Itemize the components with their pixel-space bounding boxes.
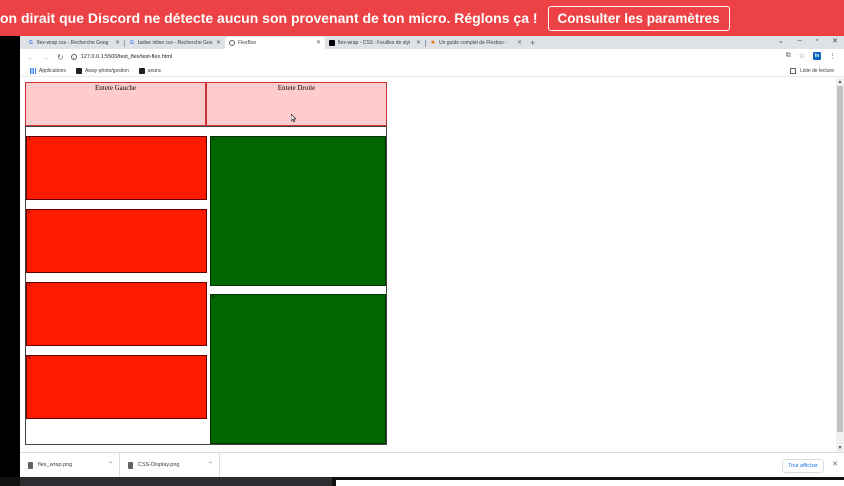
box-number: 3 xyxy=(28,283,31,288)
header-left: Entete Gauche xyxy=(25,82,206,126)
tab-inline-search[interactable]: G balise inline css - Recherche Goo ✕ xyxy=(125,37,225,49)
back-icon[interactable]: ← xyxy=(27,53,35,62)
tab-flexbox-guide[interactable]: ✱ Un guide complet de Flexbox - ✕ xyxy=(426,37,526,49)
restore-icon[interactable]: ▫ xyxy=(816,37,818,45)
flex-container: 1 2 3 4 5 6 xyxy=(25,126,387,445)
reading-list-label: Liste de lecture xyxy=(800,67,834,74)
box-number: 4 xyxy=(28,356,31,361)
tab-search-icon[interactable]: ⌄ xyxy=(778,37,784,45)
bookmark-site-icon xyxy=(138,67,145,74)
close-icon[interactable]: ✕ xyxy=(832,460,838,468)
tab-title: flex-wrap - CSS : Feuilles de styl xyxy=(338,40,411,46)
downloads-bar: flex_wrap.png ⌃ CSS-Display.png ⌃ Tout a… xyxy=(20,452,844,478)
close-icon[interactable]: ✕ xyxy=(316,39,321,46)
tab-mdn-flex-wrap[interactable]: flex-wrap - CSS : Feuilles de styl ✕ xyxy=(325,37,425,49)
close-icon[interactable]: ✕ xyxy=(517,39,522,46)
download-item[interactable]: CSS-Display.png ⌃ xyxy=(120,452,220,478)
red-box: 4 xyxy=(26,355,207,419)
bookmark-label: Away-photo/gestion xyxy=(84,67,129,74)
tab-title: balise inline css - Recherche Goo xyxy=(138,40,213,46)
close-icon[interactable]: ✕ xyxy=(216,39,221,46)
box-number: 2 xyxy=(28,210,31,215)
tab-title: Un guide complet de Flexbox - xyxy=(439,40,507,46)
bookmark-anunc[interactable]: anunc xyxy=(138,67,162,74)
download-filename: CSS-Display.png xyxy=(138,462,180,468)
banner-message: on dirait que Discord ne détecte aucun s… xyxy=(0,10,538,26)
browser-window: G flex-wrap css - Recherche Goog ✕ G bal… xyxy=(20,36,844,478)
tab-title: flex-wrap css - Recherche Goog xyxy=(37,40,109,46)
discord-notice-banner: on dirait que Discord ne détecte aucun s… xyxy=(0,0,844,36)
left-strip xyxy=(0,36,20,486)
bottom-white-fragment xyxy=(336,480,844,486)
tab-flexbox[interactable]: FlexBox ✕ xyxy=(225,37,325,49)
reading-list[interactable]: Liste de lecture xyxy=(790,67,834,74)
reload-icon[interactable]: ↻ xyxy=(57,53,64,62)
red-box: 2 xyxy=(26,209,207,273)
file-icon xyxy=(128,461,133,469)
tab-strip: G flex-wrap css - Recherche Goog ✕ G bal… xyxy=(20,36,844,49)
bookmarks-bar: Applications Away-photo/gestion anunc Li… xyxy=(20,65,844,77)
green-box: 5 xyxy=(210,136,386,286)
globe-icon xyxy=(229,40,235,46)
download-item[interactable]: flex_wrap.png ⌃ xyxy=(20,452,120,478)
file-icon xyxy=(28,461,33,469)
forward-icon[interactable]: → xyxy=(42,53,50,62)
google-icon: G xyxy=(130,40,134,46)
green-box: 6 xyxy=(210,294,386,444)
box-number: 5 xyxy=(212,137,215,142)
url-text[interactable]: 127.0.0.1:5500/test_flex/test-flex.html xyxy=(81,54,172,60)
window-controls: ⌄ – ▫ ✕ xyxy=(778,37,838,45)
address-bar[interactable]: i 127.0.0.1:5500/test_flex/test-flex.htm… xyxy=(70,54,172,60)
scroll-down-icon[interactable]: ▼ xyxy=(837,445,843,451)
scrollbar-thumb[interactable] xyxy=(837,86,843,432)
tab-flex-wrap-search[interactable]: G flex-wrap css - Recherche Goog ✕ xyxy=(24,37,124,49)
toolbar-actions: ⧉ ☆ in ⋮ xyxy=(786,52,836,60)
apps-grid-icon xyxy=(30,67,36,74)
tab-title: FlexBox xyxy=(238,40,257,46)
red-box: 3 xyxy=(26,282,207,346)
chevron-up-icon[interactable]: ⌃ xyxy=(208,461,213,468)
scroll-up-icon[interactable]: ▲ xyxy=(837,79,843,85)
star-icon: ✱ xyxy=(430,40,436,46)
menu-icon[interactable]: ⋮ xyxy=(829,52,836,60)
vertical-scrollbar[interactable]: ▲ ▼ xyxy=(836,78,844,452)
page-viewport: Entete Gauche Entete Droite 1 2 3 4 5 6 xyxy=(20,78,844,452)
red-box: 1 xyxy=(26,136,207,200)
bookmark-label: Applications xyxy=(39,67,66,74)
chevron-up-icon[interactable]: ⌃ xyxy=(108,461,113,468)
reading-list-icon xyxy=(790,67,797,74)
site-info-icon[interactable]: i xyxy=(70,54,77,60)
browser-toolbar: ← → ↻ i 127.0.0.1:5500/test_flex/test-fl… xyxy=(20,49,844,65)
download-filename: flex_wrap.png xyxy=(38,462,73,468)
close-icon[interactable]: ✕ xyxy=(416,39,421,46)
linkedin-extension-icon[interactable]: in xyxy=(813,52,821,60)
taskbar-fragment xyxy=(20,477,332,486)
bookmark-apps[interactable]: Applications xyxy=(30,67,66,74)
header-row: Entete Gauche Entete Droite xyxy=(25,82,387,126)
bookmark-site-icon xyxy=(75,67,82,74)
mouse-cursor-icon xyxy=(291,114,296,122)
box-number: 6 xyxy=(212,295,215,300)
box-number: 1 xyxy=(28,137,31,142)
new-tab-icon[interactable]: + xyxy=(530,38,535,48)
bookmark-away[interactable]: Away-photo/gestion xyxy=(75,67,129,74)
bookmark-label: anunc xyxy=(147,67,162,74)
mdn-icon xyxy=(329,40,335,46)
settings-button[interactable]: Consulter les paramètres xyxy=(547,5,730,31)
header-right: Entete Droite xyxy=(206,82,387,126)
google-icon: G xyxy=(29,40,33,46)
bookmark-star-icon[interactable]: ☆ xyxy=(799,52,805,60)
install-icon[interactable]: ⧉ xyxy=(786,52,791,60)
minimize-icon[interactable]: – xyxy=(798,37,802,45)
show-all-downloads-button[interactable]: Tout afficher xyxy=(782,459,824,473)
close-window-icon[interactable]: ✕ xyxy=(832,37,838,45)
close-icon[interactable]: ✕ xyxy=(115,39,120,46)
